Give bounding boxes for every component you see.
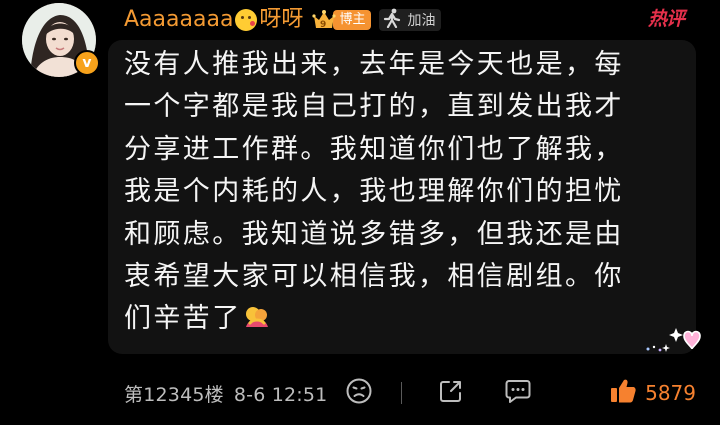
- hot-comment-badge: 热评: [648, 8, 685, 30]
- username-text: Aaaaaaaa: [124, 7, 234, 32]
- sad-face-icon: [345, 377, 373, 409]
- comment-text: 没有人推我出来，去年是今天也是，每 一个字都是我自己打的，直到发出我才 分享进工…: [124, 49, 624, 335]
- sparkle-heart-icon: [636, 322, 706, 362]
- running-man-icon: [381, 8, 403, 32]
- comment-meta: 第12345楼 8-6 12:51: [124, 380, 327, 407]
- level-number: 9: [320, 20, 326, 30]
- floor-number: 第12345楼: [124, 383, 224, 406]
- cheer-button[interactable]: 加油: [379, 8, 442, 32]
- thumbs-up-icon: [609, 377, 637, 409]
- share-button[interactable]: [438, 378, 464, 408]
- comment-footer: 第12345楼 8-6 12:51 5879: [124, 376, 696, 410]
- blogger-badge-label: 博主: [333, 10, 372, 30]
- like-button[interactable]: 5879: [609, 377, 696, 409]
- blogger-badge[interactable]: 9 博主: [311, 8, 372, 32]
- kiss-face-emoji-icon: [235, 9, 258, 31]
- comment-header: Aaaaaaaa 呀呀 9 博主 加油: [124, 5, 442, 35]
- comment-text-container: 没有人推我出来，去年是今天也是，每 一个字都是我自己打的，直到发出我才 分享进工…: [124, 44, 684, 341]
- verified-v-icon: v: [74, 50, 100, 76]
- like-count: 5879: [645, 381, 696, 405]
- hug-emoji-icon: [244, 302, 270, 328]
- comment-time: 8-6 12:51: [233, 383, 328, 406]
- username-suffix: 呀呀: [259, 7, 304, 32]
- cheer-label: 加油: [407, 13, 436, 29]
- reply-button[interactable]: [504, 378, 532, 408]
- crown-level-icon: 9: [311, 8, 337, 32]
- divider: [401, 382, 403, 404]
- comment-icon: [504, 378, 532, 408]
- share-icon: [438, 378, 464, 408]
- username[interactable]: Aaaaaaaa 呀呀: [124, 7, 303, 33]
- react-button[interactable]: [345, 377, 373, 409]
